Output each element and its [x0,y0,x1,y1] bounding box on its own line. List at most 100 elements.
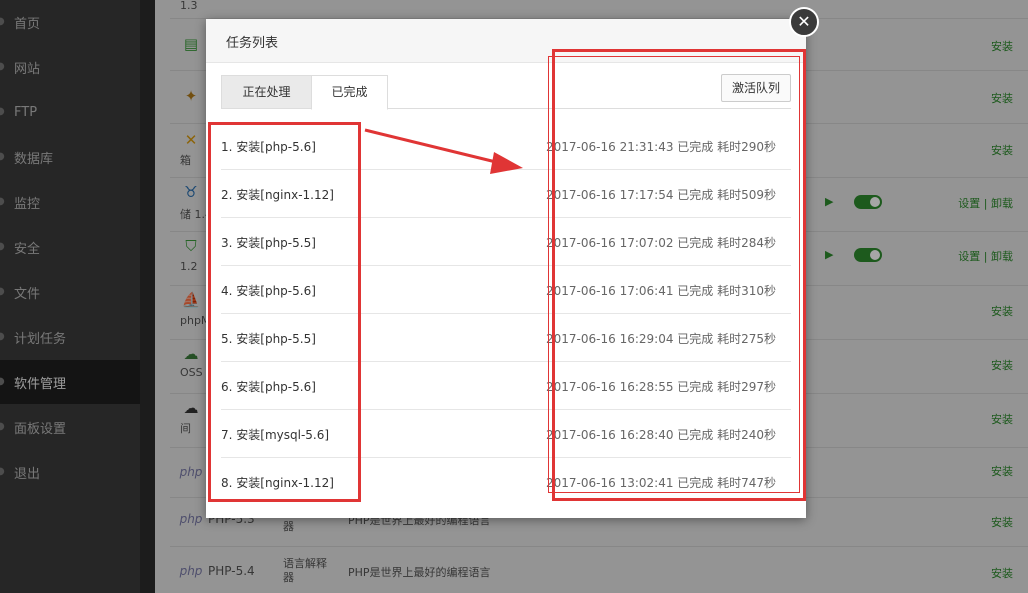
php-logo-icon: php [179,512,203,526]
tab-completed[interactable]: 已完成 [311,75,388,110]
close-icon[interactable]: ✕ [789,7,819,37]
sidebar-item-label: 首页 [14,16,41,32]
row-subtext: OSS [180,366,203,379]
install-link[interactable]: 安装 [991,514,1013,530]
sailboat-icon: ⛵ [181,291,201,309]
sidebar-item-label: 监控 [14,196,41,212]
list-item: 7. 安装[mysql-5.6] 2017-06-16 16:28:40 已完成 … [221,410,791,458]
sidebar-item-label: 退出 [14,466,41,482]
task-status: 2017-06-16 16:28:40 已完成 耗时240秒 [546,428,776,442]
task-label: 7. 安装[mysql-5.6] [221,428,330,442]
install-link[interactable]: 安装 [991,142,1013,158]
bullet-icon: ● [0,376,5,387]
sidebar-gutter [140,0,155,593]
software-type: 语言解释器 [283,557,327,584]
row-subtext: 箱 [180,154,191,167]
bullet-icon: ● [0,466,5,477]
task-status: 2017-06-16 16:28:55 已完成 耗时297秒 [546,380,776,394]
install-link[interactable]: 安装 [991,565,1013,581]
status-toggle[interactable] [854,248,882,262]
list-item: 2. 安装[nginx-1.12] 2017-06-16 17:17:54 已完成… [221,170,791,218]
list-item: 4. 安装[php-5.6] 2017-06-16 17:06:41 已完成 耗时… [221,266,791,314]
bullet-icon: ● [0,421,5,432]
task-label: 2. 安装[nginx-1.12] [221,188,334,202]
sidebar-item-label: 文件 [14,286,41,302]
settings-uninstall-links[interactable]: 设置 | 卸载 [958,195,1013,211]
bullet-icon: ● [0,286,5,297]
sidebar-item-security[interactable]: ● 安全 [0,225,140,269]
sidebar-item-settings[interactable]: ● 面板设置 [0,405,140,449]
install-link[interactable]: 安装 [991,357,1013,373]
play-icon[interactable]: ▶ [825,248,833,261]
task-label: 6. 安装[php-5.6] [221,380,316,394]
php-logo-icon: php [179,564,203,578]
install-link[interactable]: 安装 [991,38,1013,54]
install-link[interactable]: 安装 [991,411,1013,427]
sidebar-item-database[interactable]: ● 数据库 [0,135,140,179]
sidebar-item-label: FTP [14,104,38,120]
sidebar-item-website[interactable]: ● 网站 [0,45,140,89]
sidebar-item-label: 安全 [14,241,41,257]
sidebar-item-logout[interactable]: ● 退出 [0,450,140,494]
clipboard-icon: ▤ [183,35,199,53]
bullet-icon: ● [0,196,5,207]
tab-processing[interactable]: 正在处理 [221,75,312,108]
settings-uninstall-links[interactable]: 设置 | 卸载 [958,248,1013,264]
list-item: 6. 安装[php-5.6] 2017-06-16 16:28:55 已完成 耗时… [221,362,791,410]
tools-icon: ✕ [184,131,198,149]
task-status: 2017-06-16 17:06:41 已完成 耗时310秒 [546,284,776,298]
list-item: 3. 安装[php-5.5] 2017-06-16 17:07:02 已完成 耗时… [221,218,791,266]
tomcat-icon: ✦ [184,87,198,105]
ftp-cloud-icon: ☁ [183,399,199,417]
install-link[interactable]: 安装 [991,303,1013,319]
sidebar-item-label: 数据库 [14,151,54,167]
sidebar-item-files[interactable]: ● 文件 [0,270,140,314]
table-row: 1.3 [170,0,1028,19]
bullet-icon: ● [0,61,5,72]
row-subtext: 1.3 [180,0,198,12]
sidebar-item-label: 面板设置 [14,421,67,437]
list-item: 5. 安装[php-5.5] 2017-06-16 16:29:04 已完成 耗时… [221,314,791,362]
sidebar: ● 首页 ● 网站 ● FTP ● 数据库 ● 监控 ● 安全 ● 文件 ● 计划任务 ● 软件管… [0,0,140,593]
bullet-icon: ● [0,151,5,162]
sidebar-item-ftp[interactable]: ● FTP [0,90,140,134]
table-row: php PHP-5.4 语言解释器 PHP是世界上最好的编程语言 安装 [170,547,1028,593]
task-label: 3. 安装[php-5.5] [221,236,316,250]
play-icon[interactable]: ▶ [825,195,833,208]
modal-header: 任务列表 [206,19,806,63]
sidebar-item-home[interactable]: ● 首页 [0,0,140,44]
oss-icon: ☁ [183,345,199,363]
row-subtext: 1.2 [180,260,198,273]
task-label: 1. 安装[php-5.6] [221,140,316,154]
software-name: PHP-5.4 [208,564,255,578]
modal-title: 任务列表 [226,36,279,51]
task-status: 2017-06-16 17:17:54 已完成 耗时509秒 [546,188,776,202]
task-tabs: 正在处理 已完成 [221,75,791,110]
php-logo-icon: php [179,465,203,479]
software-desc: PHP是世界上最好的编程语言 [348,566,491,579]
task-label: 8. 安装[nginx-1.12] [221,476,334,490]
install-link[interactable]: 安装 [991,90,1013,106]
list-item: 1. 安装[php-5.6] 2017-06-16 21:31:43 已完成 耗时… [221,122,791,170]
install-link[interactable]: 安装 [991,463,1013,479]
task-label: 4. 安装[php-5.6] [221,284,316,298]
task-status: 2017-06-16 17:07:02 已完成 耗时284秒 [546,236,776,250]
sidebar-item-cron[interactable]: ● 计划任务 [0,315,140,359]
row-subtext: 间 [180,422,191,435]
status-toggle[interactable] [854,195,882,209]
sidebar-item-label: 计划任务 [14,331,67,347]
php-shield-icon: ⛉ [185,237,197,255]
list-item: 8. 安装[nginx-1.12] 2017-06-16 13:02:41 已完成… [221,458,791,505]
sidebar-item-monitor[interactable]: ● 监控 [0,180,140,224]
task-status: 2017-06-16 16:29:04 已完成 耗时275秒 [546,332,776,346]
sidebar-item-software[interactable]: ● 软件管理 [0,360,140,404]
task-label: 5. 安装[php-5.5] [221,332,316,346]
bullet-icon: ● [0,241,5,252]
sidebar-item-label: 网站 [14,61,41,77]
bull-icon: ♉ [184,183,198,201]
task-list-modal: 任务列表 正在处理 已完成 激活队列 1. 安装[php-5.6] 2017-06… [206,19,806,518]
activate-queue-button[interactable]: 激活队列 [721,74,791,102]
task-list: 1. 安装[php-5.6] 2017-06-16 21:31:43 已完成 耗时… [221,122,791,505]
bullet-icon: ● [0,16,5,27]
task-status: 2017-06-16 21:31:43 已完成 耗时290秒 [546,140,776,154]
